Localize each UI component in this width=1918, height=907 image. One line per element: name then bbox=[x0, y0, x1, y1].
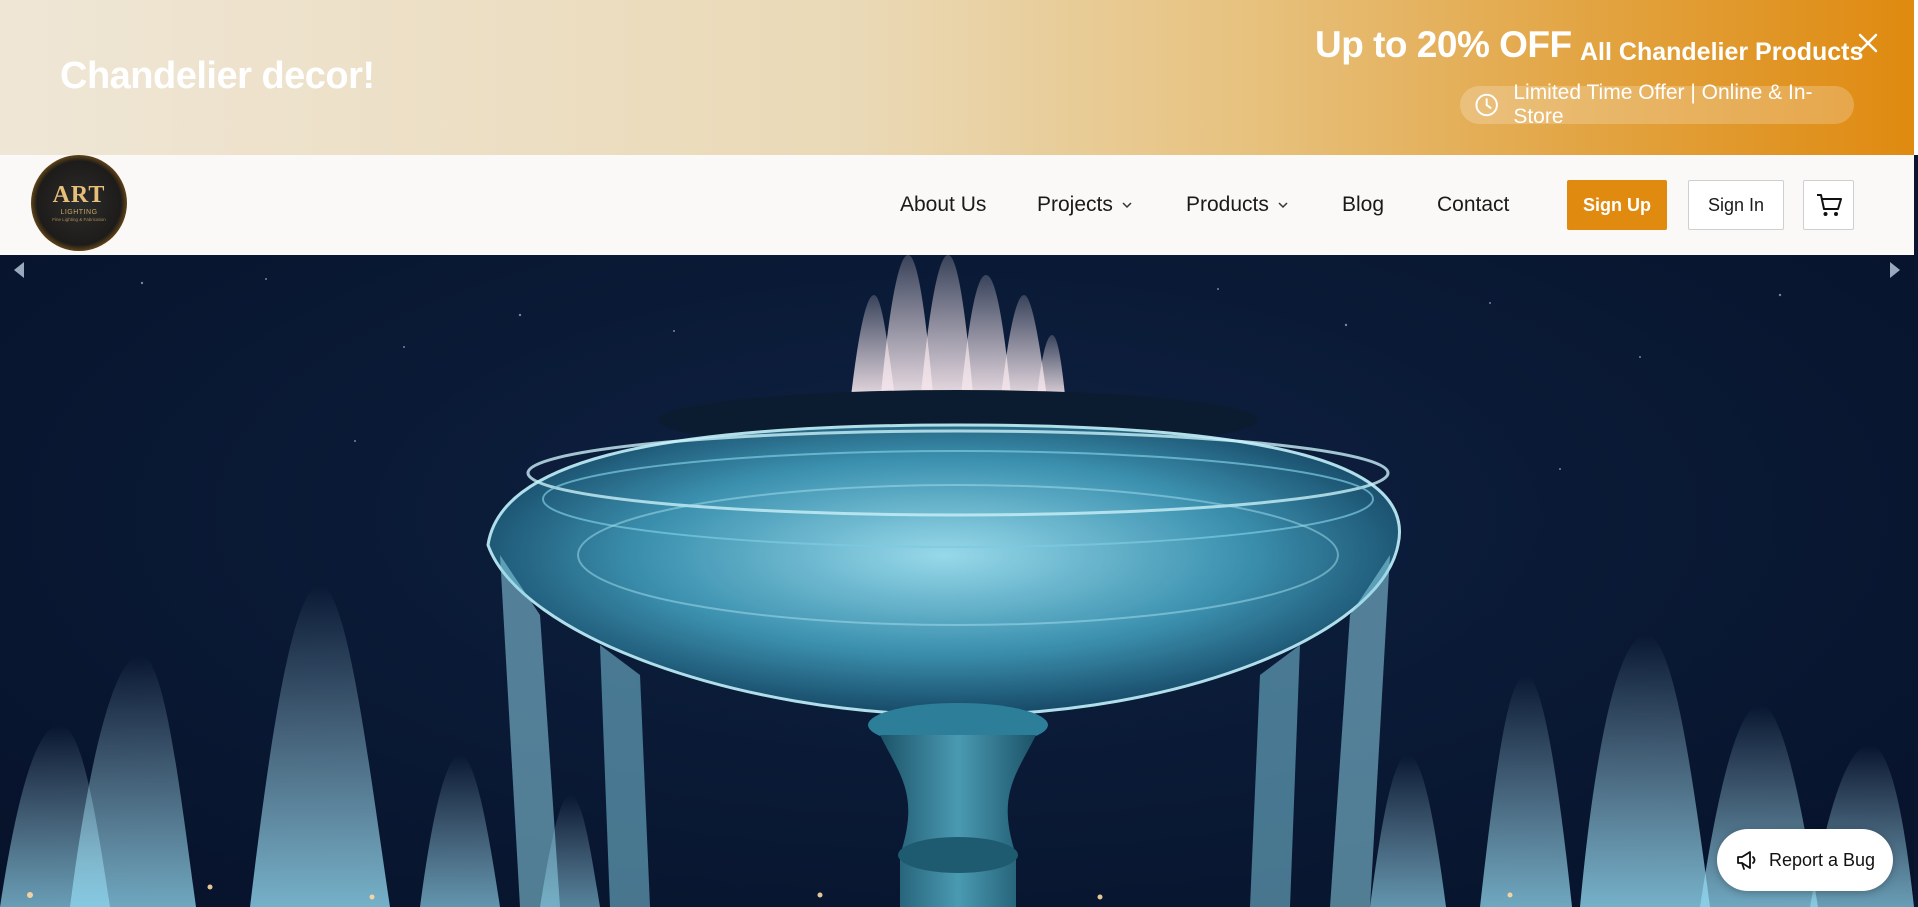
site-logo[interactable]: ART LIGHTING Fine Lighting & Fabrication bbox=[31, 155, 127, 251]
nav-contact-label: Contact bbox=[1437, 193, 1510, 216]
nav-products-label: Products bbox=[1186, 193, 1269, 216]
sign-in-button[interactable]: Sign In bbox=[1688, 180, 1784, 230]
promo-offer-pill: Limited Time Offer | Online & In-Store bbox=[1460, 81, 1854, 128]
chevron-down-icon bbox=[1278, 202, 1288, 209]
nav-about-us[interactable]: About Us bbox=[900, 193, 986, 217]
promo-close-button[interactable] bbox=[1853, 28, 1883, 58]
close-icon bbox=[1858, 33, 1878, 53]
carousel-next-button[interactable] bbox=[1884, 255, 1906, 285]
megaphone-icon bbox=[1737, 851, 1756, 870]
clock-icon bbox=[1475, 93, 1498, 117]
promo-title: Chandelier decor! bbox=[60, 55, 375, 97]
logo-mark: ART bbox=[52, 182, 106, 208]
nav-projects[interactable]: Projects bbox=[1037, 193, 1133, 217]
cart-icon bbox=[1816, 194, 1842, 216]
hero-image bbox=[0, 255, 1914, 907]
carousel-prev-button[interactable] bbox=[8, 255, 30, 285]
sign-up-button[interactable]: Sign Up bbox=[1567, 180, 1667, 230]
nav-projects-label: Projects bbox=[1037, 193, 1113, 216]
promo-headline: Up to 20% OFF bbox=[1315, 24, 1572, 65]
nav-products[interactable]: Products bbox=[1186, 193, 1289, 217]
nav-blog[interactable]: Blog bbox=[1342, 193, 1384, 217]
cart-button[interactable] bbox=[1803, 180, 1854, 230]
report-bug-label: Report a Bug bbox=[1768, 849, 1876, 870]
nav-contact[interactable]: Contact bbox=[1437, 193, 1509, 217]
logo-sub: LIGHTING bbox=[60, 209, 98, 216]
nav-blog-label: Blog bbox=[1342, 193, 1385, 216]
nav-about-us-label: About Us bbox=[900, 193, 987, 216]
promo-offer-note: Limited Time Offer | Online & In-Store bbox=[1513, 81, 1813, 128]
chevron-down-icon bbox=[1122, 202, 1132, 209]
page: Chandelier decor! Up to 20% OFF All Chan… bbox=[0, 0, 1918, 907]
logo-tagline: Fine Lighting & Fabrication bbox=[52, 217, 106, 222]
fountain-illustration bbox=[0, 255, 1914, 907]
promo-subheadline: All Chandelier Products bbox=[1580, 38, 1864, 66]
promo-banner-edge bbox=[1914, 0, 1918, 155]
report-bug-button[interactable]: Report a Bug bbox=[1717, 829, 1893, 891]
